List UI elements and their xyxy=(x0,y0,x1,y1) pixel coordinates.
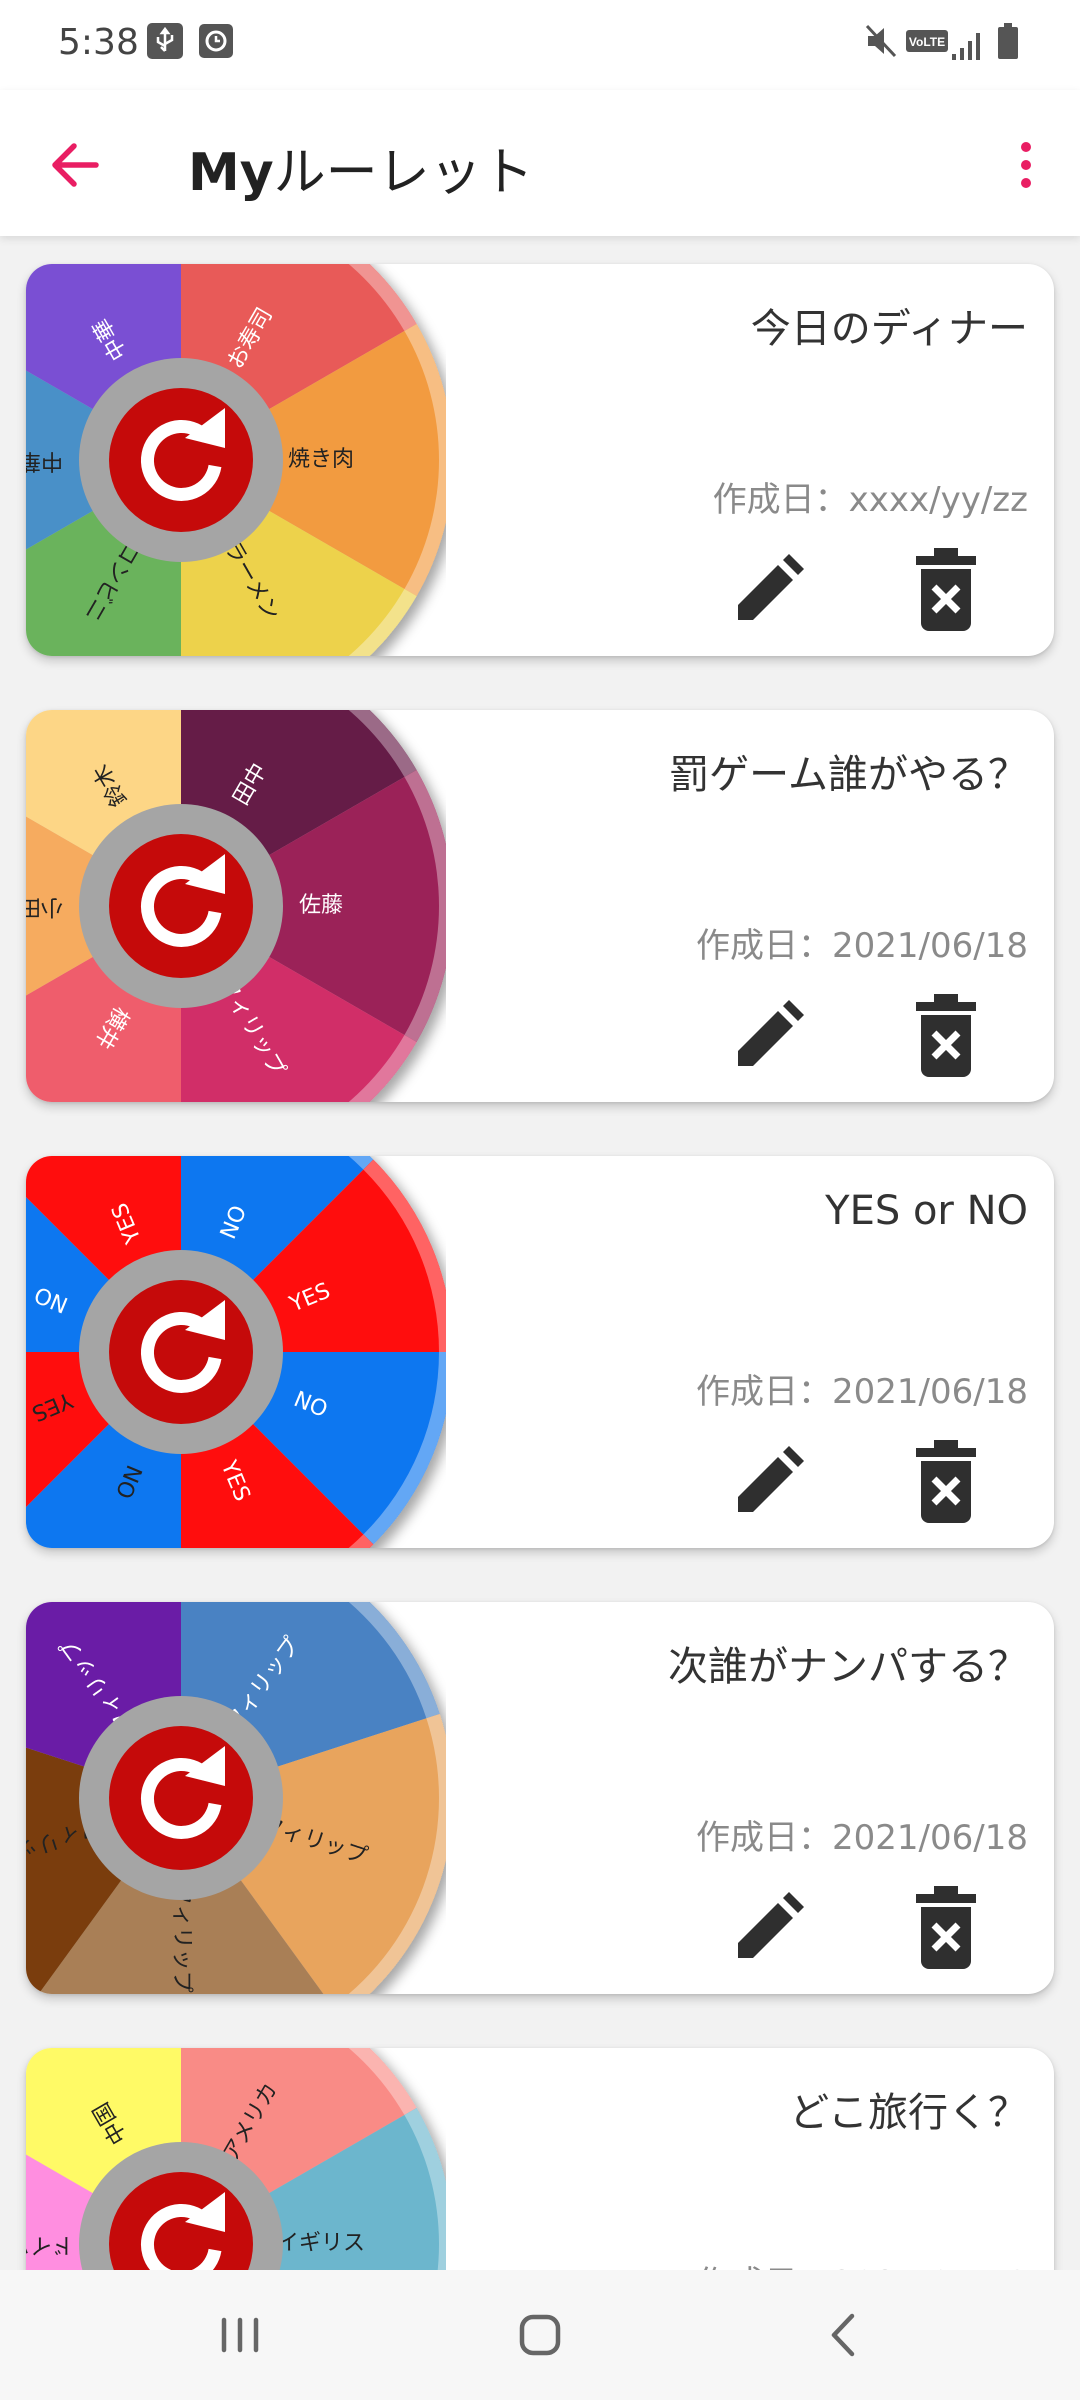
back-button[interactable] xyxy=(40,130,110,200)
delete-forever-icon xyxy=(916,1440,976,1523)
roulette-wheel-graphic: お寿司焼き肉ラーメンコンビニ中華中華 xyxy=(26,264,446,656)
usb-icon xyxy=(146,22,184,64)
page-title-prefix: My xyxy=(188,143,274,203)
status-time: 5:38 xyxy=(58,22,139,63)
battery-icon xyxy=(996,22,1020,64)
wheel-segment-label: 佐藤 xyxy=(299,893,343,918)
roulette-wheel-graphic: NOYESNOYESNOYESNOYES xyxy=(26,1156,446,1548)
edit-button[interactable] xyxy=(726,1440,810,1524)
created-date: 作成日：xxxx/yy/zz xyxy=(712,480,1028,520)
app-bar: Myルーレット xyxy=(0,90,1080,236)
wheel-segment-label: 焼き肉 xyxy=(288,447,354,472)
roulette-card[interactable]: NO YES NO YES NO YES NO YES YES or NO 作成日：2021/06… xyxy=(26,1156,1054,1548)
home-icon xyxy=(519,2314,561,2356)
wheel-segment-label: 小田 xyxy=(26,894,63,919)
delete-forever-icon xyxy=(916,994,976,1077)
wheel-segment-label: ドイツ xyxy=(26,2232,74,2257)
delete-button[interactable] xyxy=(904,544,988,634)
edit-button[interactable] xyxy=(726,1886,810,1970)
roulette-wheel[interactable]: フィリップ フィリップ フィリップ フィリップ フィリップ xyxy=(26,1602,446,1994)
delete-button[interactable] xyxy=(904,1436,988,1526)
spin-button[interactable] xyxy=(109,388,253,532)
wheel-segment-label: イギリス xyxy=(277,2231,365,2256)
volte-icon: VoLTE xyxy=(906,30,948,56)
recents-icon xyxy=(221,2317,259,2353)
roulette-card[interactable]: お寿司焼き肉ラーメンコンビニ中華中華 今日のディナー作成日：xxxx/yy/zz xyxy=(26,264,1054,656)
roulette-wheel[interactable]: 田中佐藤フィリップ横井小田鈴木 xyxy=(26,710,446,1102)
status-bar: 5:38 VoLTE xyxy=(0,0,1080,90)
pencil-icon xyxy=(738,1446,804,1512)
more-vert-icon xyxy=(1021,142,1031,188)
recents-button[interactable] xyxy=(200,2300,280,2370)
signal-icon xyxy=(950,30,984,66)
roulette-wheel-graphic: アメリカイギリスタイドイツドイツ中国 xyxy=(26,2048,446,2270)
roulette-title: 次誰がナンパする？ xyxy=(668,1644,1028,1690)
svg-text:VoLTE: VoLTE xyxy=(909,35,945,49)
nav-back-icon xyxy=(831,2313,855,2357)
roulette-title: YES or NO xyxy=(825,1188,1028,1234)
overflow-menu-button[interactable] xyxy=(996,130,1056,200)
alarm-icon xyxy=(198,22,234,64)
roulette-wheel[interactable]: アメリカイギリスタイドイツドイツ中国 xyxy=(26,2048,446,2270)
nav-back-button[interactable] xyxy=(804,2300,884,2370)
roulette-wheel[interactable]: お寿司焼き肉ラーメンコンビニ中華中華 xyxy=(26,264,446,656)
roulette-list: お寿司焼き肉ラーメンコンビニ中華中華 今日のディナー作成日：xxxx/yy/zz 田… xyxy=(0,236,1080,2270)
spin-button[interactable] xyxy=(109,1726,253,1870)
edit-button[interactable] xyxy=(726,994,810,1078)
roulette-card[interactable]: アメリカイギリスタイドイツドイツ中国 どこ旅行く？ 作成日：2021/06/18 xyxy=(26,2048,1054,2270)
delete-button[interactable] xyxy=(904,990,988,1080)
mute-icon xyxy=(864,22,898,64)
delete-button[interactable] xyxy=(904,1882,988,1972)
created-date: 作成日：2021/06/18 xyxy=(696,1818,1028,1858)
spin-button[interactable] xyxy=(109,834,253,978)
created-date: 作成日：2021/06/18 xyxy=(696,2256,1028,2270)
roulette-card[interactable]: 田中佐藤フィリップ横井小田鈴木 罰ゲーム誰がやる？ 作成日：2021/06/18 xyxy=(26,710,1054,1102)
arrow-back-icon xyxy=(52,143,99,187)
roulette-title: どこ旅行く？ xyxy=(789,2090,1028,2136)
roulette-title: 罰ゲーム誰がやる？ xyxy=(669,752,1028,798)
spin-button[interactable] xyxy=(109,1280,253,1424)
delete-forever-icon xyxy=(916,1886,976,1969)
roulette-wheel-graphic: 田中佐藤フィリップ横井小田鈴木 xyxy=(26,710,446,1102)
roulette-card[interactable]: フィリップ フィリップ フィリップ フィリップ フィリップ 次誰がナンパする？ 作成日：20… xyxy=(26,1602,1054,1994)
page-title-rest: ルーレット xyxy=(273,143,534,203)
roulette-wheel-graphic: フィリップフィリップフィリップフィリップフィリップ xyxy=(26,1602,446,1994)
roulette-wheel[interactable]: NO YES NO YES NO YES NO YES xyxy=(26,1156,446,1548)
created-date: 作成日：2021/06/18 xyxy=(696,926,1028,966)
system-nav-bar xyxy=(0,2270,1080,2400)
pencil-icon xyxy=(738,1892,804,1958)
wheel-segment-label: 中華 xyxy=(26,448,63,473)
delete-forever-icon xyxy=(916,548,976,631)
edit-button[interactable] xyxy=(726,548,810,632)
page-title: Myルーレット xyxy=(188,130,534,205)
pencil-icon xyxy=(738,1000,804,1066)
pencil-icon xyxy=(738,554,804,620)
created-date: 作成日：2021/06/18 xyxy=(696,1372,1028,1412)
home-button[interactable] xyxy=(500,2300,580,2370)
roulette-title: 今日のディナー xyxy=(750,306,1028,352)
